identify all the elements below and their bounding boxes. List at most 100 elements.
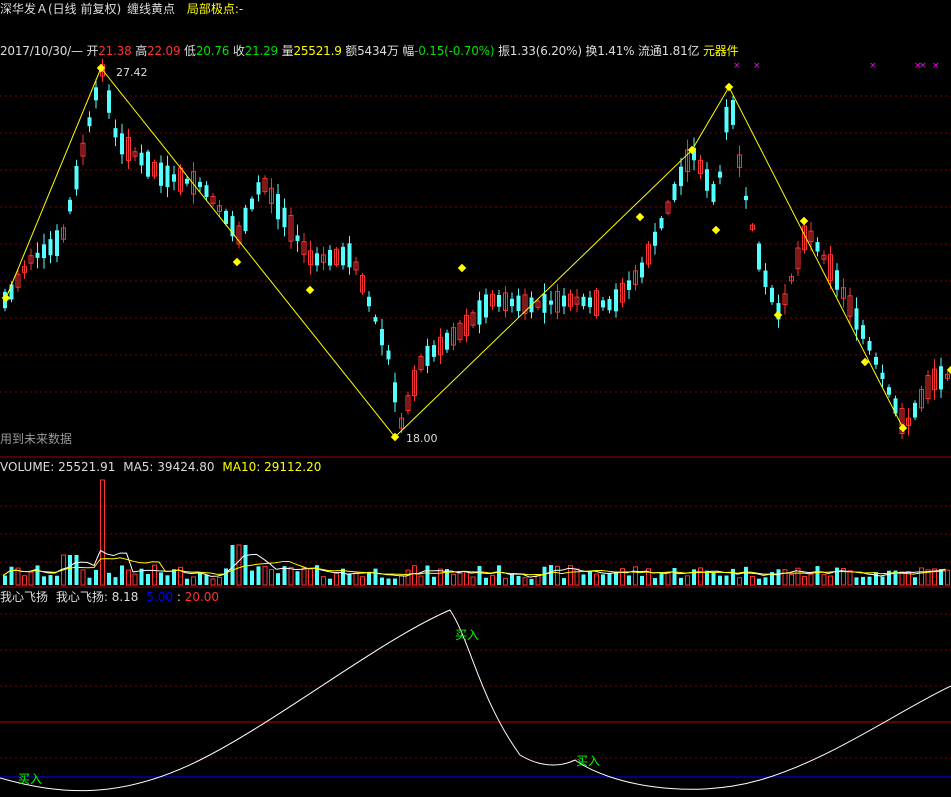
volume-bar-up (737, 577, 742, 586)
pivot-dot (635, 212, 645, 222)
volume-bar-down (659, 572, 664, 585)
stock-name[interactable]: 深华发Ａ(日线 前复权) (0, 2, 121, 16)
volume-bar-down (204, 574, 209, 585)
volume-bar-down (107, 572, 111, 585)
candle-body-down (874, 357, 878, 365)
candle-body-down (243, 207, 248, 232)
ohlc-info: 2017/10/30/— 开21.38 高22.09 低20.76 收21.29… (0, 44, 739, 58)
volume-bar-down (549, 565, 553, 585)
volume-bar-down (880, 576, 885, 585)
volume-bar-down (627, 575, 631, 585)
volume-bar-up (821, 574, 827, 586)
turnover-value: 1.41% (597, 44, 635, 58)
candle-body-down (815, 242, 820, 252)
volume-bar-up (126, 569, 131, 586)
amount-label: 额 (345, 44, 358, 58)
candle-body-down (627, 280, 631, 290)
candle-body-down (718, 171, 722, 178)
volume-bar-down (373, 568, 378, 585)
volume-bar-up (698, 567, 703, 586)
indicator-label: 我心飞扬: (55, 590, 108, 604)
volume-bar-up (360, 576, 365, 586)
sector-value[interactable]: 元器件 (703, 44, 739, 58)
volume-bar-down (42, 576, 46, 585)
candle-body-down (425, 345, 430, 366)
candle-body-down (380, 329, 384, 346)
volume-bar-down (250, 570, 254, 585)
volume-bar-up (750, 575, 755, 586)
buy-signal-1: 买入 (455, 628, 480, 642)
candle-body-down (659, 218, 664, 229)
candle-body-down (55, 230, 59, 256)
volume-bar-up (828, 575, 833, 586)
volume-header: VOLUME: 25521.91 MA5: 39424.80 MA10: 291… (0, 460, 321, 474)
volume-bar-down (230, 545, 235, 585)
candle-body-down (861, 325, 865, 339)
candle-body-down (724, 106, 729, 133)
volume-bar-up (412, 565, 417, 586)
volume-bar-up (210, 578, 216, 586)
candle-body-down (679, 166, 683, 187)
volume-bar-up (132, 573, 138, 586)
candle-body-down (35, 252, 40, 258)
float-label: 流通 (638, 44, 662, 58)
volume-bar-down (425, 565, 430, 585)
ma10-label: MA10: (222, 460, 261, 474)
pivot-dot (457, 263, 467, 273)
volume-bar-down (198, 572, 202, 585)
ma10-value: 29112.20 (264, 460, 322, 474)
candle-body-down (854, 308, 859, 330)
volume-bar-down (282, 566, 287, 585)
candle-body-down (867, 341, 872, 351)
high-price-label: 27.42 (116, 66, 148, 79)
indicator-name[interactable]: 缠线黄点 (127, 2, 175, 16)
separator: : (176, 590, 181, 604)
volume-bar-up (308, 568, 313, 586)
candle-body-down (542, 294, 547, 313)
indicator-value: 8.18 (111, 590, 139, 604)
low-price-label: 18.00 (406, 432, 438, 445)
candle-body-down (614, 289, 618, 312)
volume-bar-up (321, 576, 326, 586)
volume-bar-down (94, 569, 98, 585)
candle-body-down (204, 185, 209, 197)
volume-bar-up (269, 569, 274, 586)
volume-bar-up (919, 567, 924, 586)
volume-bar-up (789, 573, 794, 586)
ma5-label: MA5: (123, 460, 154, 474)
marker-x: × (932, 61, 940, 71)
candle-body-down (315, 253, 319, 266)
volume-bar-up (470, 576, 476, 586)
candle-body-down (347, 243, 352, 268)
volume-title[interactable]: VOLUME: (0, 460, 54, 474)
candle-body-down (484, 294, 488, 318)
indicator-header: 我心飞扬 我心飞扬: 8.18 5.00 : 20.00 (0, 590, 219, 604)
candle-body-down (224, 210, 228, 224)
volume-value: 25521.9 (293, 44, 342, 58)
candle-body-down (94, 87, 98, 101)
candle-body-down (165, 165, 170, 188)
ma5-value: 39424.80 (157, 460, 215, 474)
volume-bar-down (367, 571, 371, 585)
volume-bar-down (87, 577, 92, 585)
volume-bar-up (22, 575, 27, 586)
pivot-dot (305, 285, 315, 295)
candle-body-down (763, 270, 768, 287)
candle-body-down (198, 181, 202, 188)
volume-bar-down (913, 577, 917, 585)
indicator-title[interactable]: 我心飞扬 (0, 590, 48, 604)
close-label: 收 (232, 44, 245, 58)
candlesticks (3, 58, 950, 440)
volume-bar-down (386, 578, 391, 585)
candle-body-down (74, 165, 79, 190)
volume-bar-down (854, 577, 859, 585)
volume-bar-up (782, 569, 788, 586)
volume-bar-down (763, 577, 768, 585)
candle-body-down (757, 243, 761, 270)
volume-bar-up (451, 573, 456, 586)
volume-bar-down (874, 572, 878, 585)
high-line-value: 20.00 (184, 590, 220, 604)
candle-body-down (139, 152, 144, 166)
chart-canvas[interactable]: × × × ×× × (0, 0, 951, 797)
volume-bar-down (672, 567, 677, 585)
